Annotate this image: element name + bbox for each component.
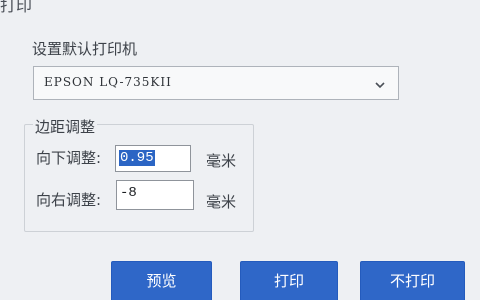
- printer-select[interactable]: EPSON LQ-735KII: [33, 66, 399, 100]
- right-adjust-input[interactable]: -8: [116, 180, 194, 210]
- dialog-title: 打印: [0, 0, 33, 15]
- chevron-down-icon: [375, 82, 385, 89]
- print-dialog: 打印 设置默认打印机 EPSON LQ-735KII 边距调整 向下调整: 0.…: [0, 0, 480, 300]
- down-adjust-value: 0.95: [119, 150, 155, 166]
- down-adjust-unit: 毫米: [206, 152, 237, 170]
- print-button[interactable]: 打印: [240, 261, 338, 300]
- down-adjust-label: 向下调整:: [36, 149, 102, 167]
- no-print-button[interactable]: 不打印: [360, 261, 465, 300]
- margin-adjust-label: 边距调整: [33, 116, 98, 137]
- default-printer-label: 设置默认打印机: [32, 40, 138, 58]
- right-adjust-value: -8: [120, 185, 137, 201]
- down-adjust-input[interactable]: 0.95: [115, 145, 191, 172]
- printer-select-value: EPSON LQ-735KII: [44, 75, 172, 89]
- preview-button[interactable]: 预览: [111, 261, 212, 300]
- margin-adjust-group: [24, 124, 254, 232]
- right-adjust-label: 向右调整:: [36, 191, 102, 209]
- right-adjust-unit: 毫米: [206, 193, 237, 211]
